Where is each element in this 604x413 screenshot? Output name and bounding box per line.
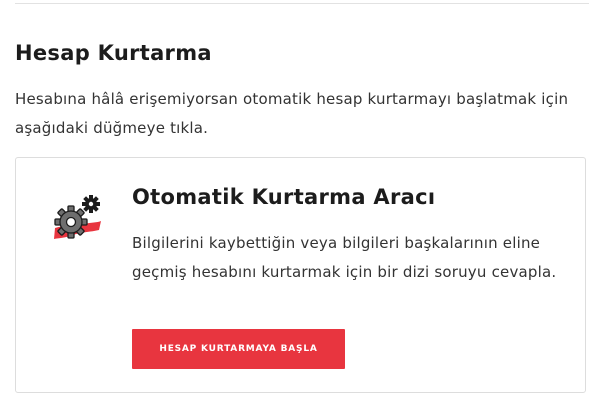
card-title: Otomatik Kurtarma Aracı xyxy=(132,185,436,209)
top-divider xyxy=(15,3,589,4)
section-title: Hesap Kurtarma xyxy=(15,41,212,65)
recovery-tool-card: Otomatik Kurtarma Aracı Bilgilerini kayb… xyxy=(15,157,586,393)
gears-icon xyxy=(51,192,107,250)
section-description: Hesabına hâlâ erişemiyorsan otomatik hes… xyxy=(15,90,569,137)
start-recovery-button[interactable]: HESAP KURTARMAYA BAŞLA xyxy=(132,329,345,369)
card-description: Bilgilerini kaybettiğin veya bilgileri b… xyxy=(132,234,557,281)
